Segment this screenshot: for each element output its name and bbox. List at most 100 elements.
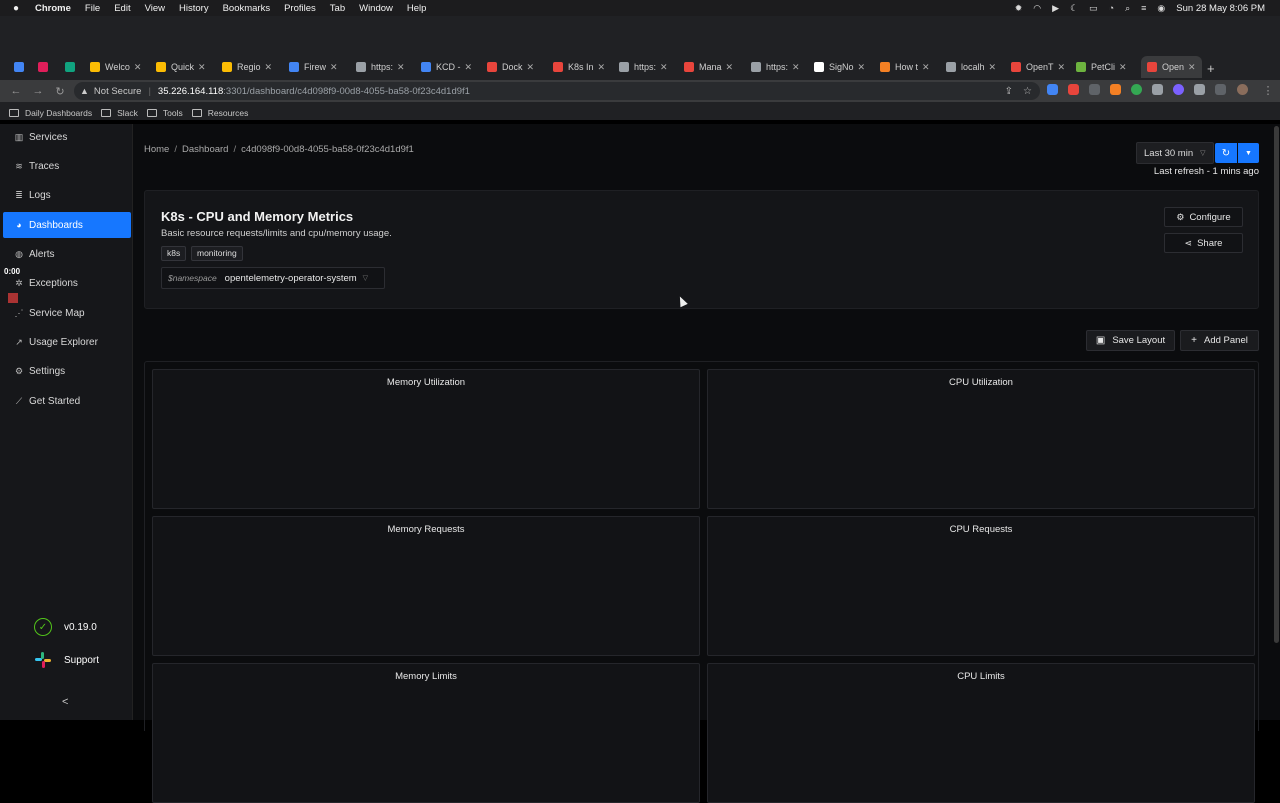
play-icon[interactable]: ▶	[1052, 3, 1059, 14]
browser-tab[interactable]	[65, 59, 80, 75]
sidebar-item-usage-explorer[interactable]: ↗ Usage Explorer	[3, 329, 131, 355]
extension-icon[interactable]	[1089, 84, 1100, 95]
breadcrumb-dashboard[interactable]: Dashboard	[182, 144, 228, 155]
tab-close-icon[interactable]: ✕	[598, 62, 606, 73]
siri-icon[interactable]: ◉	[1157, 3, 1165, 14]
browser-tab[interactable]: https: ✕	[356, 59, 405, 75]
browser-tab[interactable]: Regio ✕	[222, 59, 272, 75]
browser-tab[interactable]: https: ✕	[619, 59, 668, 75]
browser-tab[interactable]: How t ✕	[880, 59, 930, 75]
browser-tab[interactable]: Dock ✕	[487, 59, 534, 75]
not-secure-label[interactable]: Not Secure	[94, 86, 142, 97]
tab-close-icon[interactable]: ✕	[265, 62, 273, 73]
browser-tab[interactable]: Mana ✕	[684, 59, 733, 75]
namespace-variable-select[interactable]: $namespace opentelemetry-operator-system…	[161, 267, 385, 289]
menu-profiles[interactable]: Profiles	[284, 3, 316, 14]
menu-edit[interactable]: Edit	[114, 3, 130, 14]
collapse-sidebar-chevron-icon[interactable]: <	[62, 696, 68, 708]
tab-close-icon[interactable]: ✕	[922, 62, 930, 73]
menu-file[interactable]: File	[85, 3, 100, 14]
extension-icon[interactable]	[1173, 84, 1184, 95]
bookmark-daily-dashboards[interactable]: Daily Dashboards	[9, 108, 92, 118]
forward-arrow-icon[interactable]: →	[32, 85, 44, 97]
profile-avatar[interactable]	[1237, 84, 1248, 95]
tab-close-icon[interactable]: ✕	[134, 62, 142, 73]
refresh-interval-dropdown[interactable]: ▼	[1238, 143, 1259, 163]
extension-icon[interactable]	[1110, 84, 1121, 95]
version-indicator[interactable]: ✓ v0.19.0	[34, 618, 97, 636]
share-button[interactable]: ⋖ Share	[1164, 233, 1243, 253]
tab-close-icon[interactable]: ✕	[726, 62, 734, 73]
panel-memory-requests[interactable]: Memory Requests	[152, 516, 700, 656]
menu-window[interactable]: Window	[359, 3, 393, 14]
sidebar-item-get-started[interactable]: ⟋ Get Started	[3, 388, 131, 414]
panel-cpu-utilization[interactable]: CPU Utilization	[707, 369, 1255, 509]
wifi-icon[interactable]: ◔	[1109, 3, 1114, 13]
tab-close-icon[interactable]: ✕	[660, 62, 668, 73]
tab-close-icon[interactable]: ✕	[527, 62, 535, 73]
extension-icon[interactable]	[1131, 84, 1142, 95]
menu-view[interactable]: View	[145, 3, 165, 14]
time-range-select[interactable]: Last 30 min ▽	[1136, 142, 1214, 164]
panel-cpu-limits[interactable]: CPU Limits	[707, 663, 1255, 803]
menu-app-name[interactable]: Chrome	[35, 3, 71, 14]
url-host[interactable]: 35.226.164.118	[158, 86, 223, 97]
moon-icon[interactable]: ☾	[1070, 3, 1078, 14]
sidebar-item-alerts[interactable]: ◍ Alerts	[3, 241, 131, 267]
extension-icon[interactable]	[1068, 84, 1079, 95]
warning-triangle-icon[interactable]: ▲	[80, 86, 89, 96]
tab-close-icon[interactable]: ✕	[397, 62, 405, 73]
panel-memory-limits[interactable]: Memory Limits	[152, 663, 700, 803]
tab-close-icon[interactable]: ✕	[1188, 62, 1196, 73]
tab-close-icon[interactable]: ✕	[858, 62, 866, 73]
menu-bookmarks[interactable]: Bookmarks	[223, 3, 271, 14]
refresh-button[interactable]: ↻	[1215, 143, 1237, 163]
extension-icon[interactable]	[1152, 84, 1163, 95]
browser-tab[interactable]: KCD - ✕	[421, 59, 472, 75]
headphones-icon[interactable]: ◠	[1033, 3, 1041, 14]
battery-icon[interactable]: ▭	[1089, 3, 1098, 14]
panel-memory-utilization[interactable]: Memory Utilization	[152, 369, 700, 509]
share-page-icon[interactable]: ⇪	[1005, 86, 1013, 97]
browser-tab[interactable]: Firew ✕	[289, 59, 338, 75]
browser-tab[interactable]	[38, 59, 53, 75]
puzzle-icon[interactable]	[1194, 84, 1205, 95]
browser-tab[interactable]: Quick ✕	[156, 59, 206, 75]
browser-tab[interactable]: https: ✕	[751, 59, 800, 75]
tab-close-icon[interactable]: ✕	[1119, 62, 1127, 73]
breadcrumb-home[interactable]: Home	[144, 144, 169, 155]
tab-close-icon[interactable]: ✕	[792, 62, 800, 73]
search-icon[interactable]: ⌕	[1125, 3, 1130, 14]
browser-tab[interactable]: localh ✕	[946, 59, 996, 75]
tab-close-icon[interactable]: ✕	[1058, 62, 1066, 73]
sidebar-item-service-map[interactable]: ⋰ Service Map	[3, 300, 131, 326]
sidebar-item-services[interactable]: ▥ Services	[3, 124, 131, 150]
sidebar-item-traces[interactable]: ≋ Traces	[3, 153, 131, 179]
new-tab-plus-icon[interactable]: +	[1207, 61, 1215, 76]
support-link[interactable]: Support	[34, 651, 99, 669]
apple-icon[interactable]: ●	[13, 3, 27, 14]
sidebar-item-settings[interactable]: ⚙ Settings	[3, 358, 131, 384]
save-layout-button[interactable]: ▣ Save Layout	[1086, 330, 1175, 351]
browser-tab[interactable]: K8s In ✕	[553, 59, 605, 75]
tab-close-icon[interactable]: ✕	[989, 62, 997, 73]
sidepanel-icon[interactable]	[1215, 84, 1226, 95]
sidebar-item-logs[interactable]: ≣ Logs	[3, 182, 131, 208]
scrollbar-thumb[interactable]	[1274, 126, 1279, 643]
bookmark-slack[interactable]: Slack	[101, 108, 138, 118]
menubar-datetime[interactable]: Sun 28 May 8:06 PM	[1176, 3, 1265, 14]
browser-tab[interactable]: SigNo ✕	[814, 59, 865, 75]
configure-button[interactable]: ⚙ Configure	[1164, 207, 1243, 227]
bookmark-star-icon[interactable]: ☆	[1023, 86, 1032, 97]
panel-cpu-requests[interactable]: CPU Requests	[707, 516, 1255, 656]
browser-tab[interactable]: Welco ✕	[90, 59, 141, 75]
browser-tab[interactable]: PetCli ✕	[1076, 59, 1127, 75]
reload-icon[interactable]: ↻	[54, 85, 66, 98]
address-bar[interactable]: ▲ Not Secure | 35.226.164.118 :3301/dash…	[74, 82, 1040, 100]
control-center-icon[interactable]: ≡	[1141, 3, 1146, 13]
browser-tab[interactable]: Open ✕	[1141, 56, 1202, 78]
tab-close-icon[interactable]: ✕	[330, 62, 338, 73]
bookmark-tools[interactable]: Tools	[146, 108, 183, 118]
kebab-menu-icon[interactable]: ⋮	[1262, 84, 1274, 97]
tab-close-icon[interactable]: ✕	[198, 62, 206, 73]
